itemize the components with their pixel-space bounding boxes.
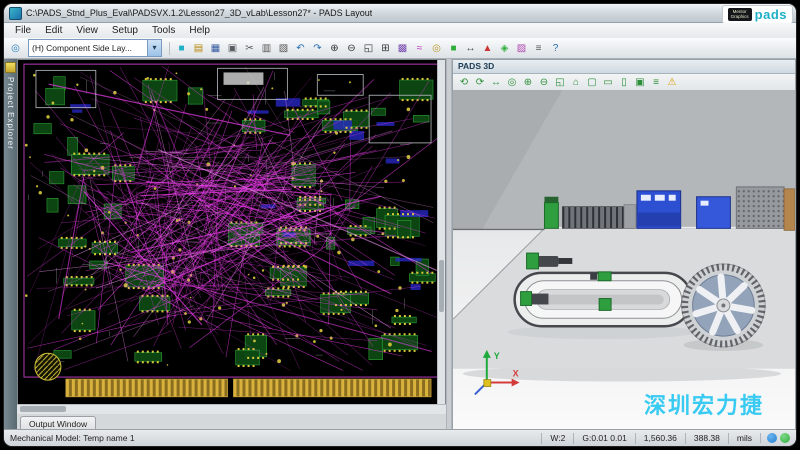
view3d-icon[interactable]: ◈ bbox=[497, 41, 512, 56]
toolbar-separator bbox=[169, 42, 170, 55]
world-icon[interactable]: ◎ bbox=[8, 41, 23, 56]
open-icon[interactable]: ▤ bbox=[191, 41, 206, 56]
window-title: C:\PADS_Stnd_Plus_Eval\PADSVX.1.2\Lesson… bbox=[26, 8, 372, 18]
undo-icon[interactable]: ↶ bbox=[293, 41, 308, 56]
rotate-right-icon[interactable]: ⟳ bbox=[473, 76, 487, 90]
menu-file[interactable]: File bbox=[8, 24, 38, 38]
paste-icon[interactable]: ▧ bbox=[276, 41, 291, 56]
pcb-2d-canvas[interactable] bbox=[17, 59, 446, 405]
warning-icon[interactable]: ⚠ bbox=[665, 76, 679, 90]
axis-x-label: X bbox=[513, 369, 519, 379]
layer-selector-value: (H) Component Side Lay... bbox=[29, 43, 147, 53]
layer-selector-combo[interactable]: (H) Component Side Lay... ▾ bbox=[28, 39, 162, 57]
pcb-hscroll-thumb[interactable] bbox=[20, 406, 66, 412]
pads-logo: pads bbox=[755, 7, 787, 22]
menu-view[interactable]: View bbox=[69, 24, 105, 38]
colors-icon[interactable]: ▨ bbox=[514, 41, 529, 56]
conveyor-track bbox=[508, 272, 697, 339]
mounting-hole bbox=[35, 353, 61, 380]
app-icon bbox=[9, 7, 22, 20]
home-view-icon[interactable]: ⌂ bbox=[569, 76, 583, 90]
pcb-vertical-scrollbar[interactable] bbox=[437, 60, 445, 404]
top-view-icon[interactable]: ▢ bbox=[585, 76, 599, 90]
redo-icon[interactable]: ↷ bbox=[310, 41, 325, 56]
status-indicator-green[interactable] bbox=[780, 433, 790, 443]
pads-3d-panel: PADS 3D ⟲⟳↔◎⊕⊖◱⌂▢▭▯▣≡⚠ bbox=[452, 59, 796, 430]
pan-icon[interactable]: ↔ bbox=[489, 76, 503, 90]
route-icon[interactable]: ≈ bbox=[412, 41, 427, 56]
status-grid: G:0.01 0.01 bbox=[573, 433, 634, 444]
measure-icon[interactable]: ↔ bbox=[463, 41, 478, 56]
options-icon[interactable]: ≡ bbox=[531, 41, 546, 56]
status-bar: Mechanical Model: Temp name 1 W:2 G:0.01… bbox=[4, 429, 796, 446]
copy-icon[interactable]: ▥ bbox=[259, 41, 274, 56]
settings-icon[interactable]: ≡ bbox=[649, 76, 663, 90]
front-view-icon[interactable]: ▭ bbox=[601, 76, 615, 90]
pads-3d-title[interactable]: PADS 3D bbox=[453, 60, 795, 74]
mentor-logo-line2: Graphics bbox=[731, 15, 749, 20]
pcb-layout-area: Output Window bbox=[17, 59, 446, 430]
orbit-icon[interactable]: ◎ bbox=[505, 76, 519, 90]
pcb-vscroll-thumb[interactable] bbox=[439, 260, 444, 312]
mentor-graphics-logo: Mentor Graphics bbox=[728, 8, 752, 22]
chevron-down-icon[interactable]: ▾ bbox=[147, 40, 161, 56]
component-icon[interactable]: ■ bbox=[446, 41, 461, 56]
status-width: W:2 bbox=[541, 433, 573, 444]
pcb-2d-drawing bbox=[18, 60, 445, 404]
bottom-tab-row: Output Window bbox=[17, 414, 446, 430]
zoom-in-icon[interactable]: ⊕ bbox=[521, 76, 535, 90]
application-window: C:\PADS_Stnd_Plus_Eval\PADSVX.1.2\Lesson… bbox=[3, 3, 797, 447]
status-units: mils bbox=[728, 433, 760, 444]
edge-connector bbox=[66, 379, 431, 397]
title-bar: C:\PADS_Stnd_Plus_Eval\PADSVX.1.2\Lesson… bbox=[4, 4, 796, 23]
cut-icon[interactable]: ✂ bbox=[242, 41, 257, 56]
menu-setup[interactable]: Setup bbox=[105, 24, 145, 38]
status-coord-x: 1,560.36 bbox=[635, 433, 685, 444]
menu-bar: FileEditViewSetupToolsHelp bbox=[4, 23, 796, 39]
main-toolbar: ◎ (H) Component Side Lay... ▾ ■▤▦▣✂▥▧↶↷⊕… bbox=[4, 38, 796, 59]
zoom-in-icon[interactable]: ⊕ bbox=[327, 41, 342, 56]
axis-y-label: Y bbox=[494, 351, 500, 361]
status-indicators bbox=[760, 433, 796, 443]
save-icon[interactable]: ▦ bbox=[208, 41, 223, 56]
grid-icon[interactable]: ⊞ bbox=[378, 41, 393, 56]
menu-edit[interactable]: Edit bbox=[38, 24, 69, 38]
status-coord-y: 388.38 bbox=[685, 433, 728, 444]
brand-logos: Mentor Graphics pads bbox=[722, 5, 793, 24]
project-explorer-icon bbox=[5, 62, 16, 73]
toolbar-icons: ■▤▦▣✂▥▧↶↷⊕⊖◱⊞▩≈◎■↔▲◈▨≡? bbox=[174, 41, 563, 56]
watermark-text: 深圳宏力捷 bbox=[644, 388, 764, 420]
side-view-icon[interactable]: ▯ bbox=[617, 76, 631, 90]
zoom-fit-icon[interactable]: ◱ bbox=[553, 76, 567, 90]
status-model: Mechanical Model: Temp name 1 bbox=[4, 433, 541, 443]
project-explorer-label: Project Explorer bbox=[6, 77, 15, 150]
print-icon[interactable]: ▣ bbox=[225, 41, 240, 56]
snapshot-icon[interactable]: ▣ bbox=[633, 76, 647, 90]
pads-3d-viewport[interactable]: Y X bbox=[453, 90, 795, 429]
zoom-out-icon[interactable]: ⊖ bbox=[344, 41, 359, 56]
zoom-fit-icon[interactable]: ◱ bbox=[361, 41, 376, 56]
via-icon[interactable]: ◎ bbox=[429, 41, 444, 56]
help-icon[interactable]: ? bbox=[548, 41, 563, 56]
drc-icon[interactable]: ▲ bbox=[480, 41, 495, 56]
menu-help[interactable]: Help bbox=[182, 24, 217, 38]
layer-color-swatch[interactable]: ■ bbox=[174, 41, 189, 56]
layers-icon[interactable]: ▩ bbox=[395, 41, 410, 56]
rotate-left-icon[interactable]: ⟲ bbox=[457, 76, 471, 90]
pads-3d-scene: Y X bbox=[453, 90, 795, 429]
pcb-horizontal-scrollbar[interactable] bbox=[17, 404, 446, 414]
status-indicator-blue[interactable] bbox=[767, 433, 777, 443]
project-explorer-tab[interactable]: Project Explorer bbox=[4, 59, 17, 430]
menu-tools[interactable]: Tools bbox=[145, 24, 182, 38]
toolbar-pre-icons: ◎ bbox=[8, 41, 23, 56]
work-area: Project Explorer bbox=[4, 59, 796, 430]
zoom-out-icon[interactable]: ⊖ bbox=[537, 76, 551, 90]
